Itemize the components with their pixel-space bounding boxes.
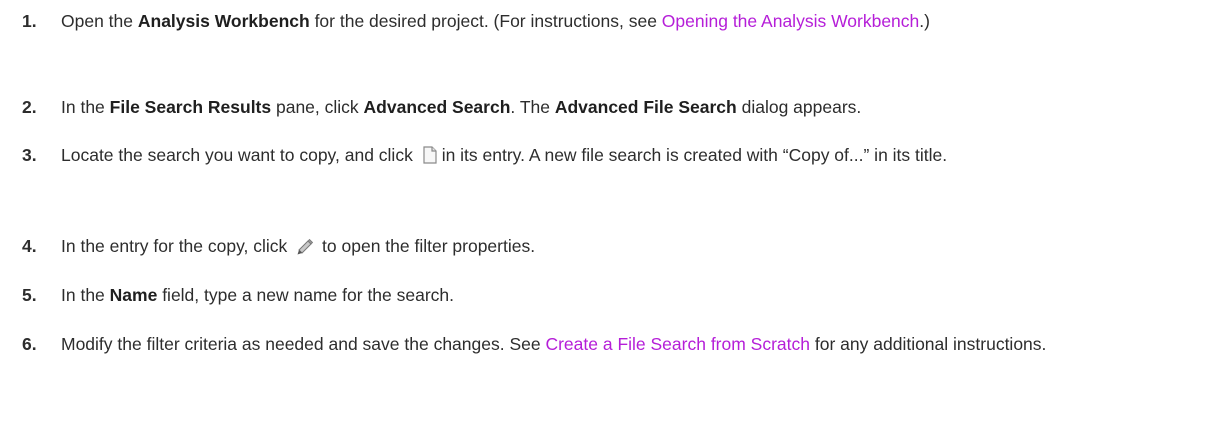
instruction-steps-list: 1. Open the Analysis Workbench for the d… bbox=[0, 0, 1232, 439]
ui-term-file-search-results: File Search Results bbox=[109, 97, 272, 117]
step-text: In the Name field, type a new name for t… bbox=[61, 280, 1181, 310]
link-opening-analysis-workbench[interactable]: Opening the Analysis Workbench bbox=[662, 11, 919, 31]
step-text: Open the Analysis Workbench for the desi… bbox=[61, 6, 1181, 36]
step-text-part: for any additional instructions. bbox=[810, 334, 1047, 354]
step-text-part: dialog appears. bbox=[736, 97, 862, 117]
ui-term-analysis-workbench: Analysis Workbench bbox=[137, 11, 310, 31]
step-6: 6. Modify the filter criteria as needed … bbox=[0, 329, 1200, 359]
step-text: Modify the filter criteria as needed and… bbox=[61, 329, 1181, 359]
copy-icon bbox=[422, 143, 438, 173]
step-text-part: In the bbox=[61, 97, 110, 117]
step-text-part: field, type a new name for the search. bbox=[157, 285, 455, 305]
step-number: 6. bbox=[22, 334, 37, 354]
step-4: 4. In the entry for the copy, click to o… bbox=[0, 231, 1200, 264]
step-text-part: .) bbox=[919, 11, 930, 31]
step-2: 2. In the File Search Results pane, clic… bbox=[0, 92, 1200, 122]
step-text-part: Locate the search you want to copy, and … bbox=[61, 145, 418, 165]
link-create-file-search-from-scratch[interactable]: Create a File Search from Scratch bbox=[545, 334, 810, 354]
step-text-part: In the bbox=[61, 285, 110, 305]
step-number: 5. bbox=[22, 285, 37, 305]
step-text-part: In the entry for the copy, click bbox=[61, 236, 293, 256]
step-3: 3. Locate the search you want to copy, a… bbox=[0, 140, 1200, 173]
step-number: 1. bbox=[22, 11, 37, 31]
step-number: 4. bbox=[22, 236, 37, 256]
step-text-part: for the desired project. (For instructio… bbox=[309, 11, 662, 31]
step-5: 5. In the Name field, type a new name fo… bbox=[0, 280, 1200, 310]
step-text-part: to open the filter properties. bbox=[317, 236, 536, 256]
step-text-part: in its entry. A new file search is creat… bbox=[441, 145, 948, 165]
ui-term-name: Name bbox=[109, 285, 158, 305]
step-text: In the entry for the copy, click to open… bbox=[61, 231, 1181, 264]
step-text-part: Modify the filter criteria as needed and… bbox=[61, 334, 546, 354]
step-text: In the File Search Results pane, click A… bbox=[61, 92, 1181, 122]
pencil-icon bbox=[296, 234, 314, 264]
ui-term-advanced-file-search: Advanced File Search bbox=[554, 97, 737, 117]
step-text-part: . The bbox=[510, 97, 555, 117]
step-text-part: pane, click bbox=[271, 97, 364, 117]
step-1: 1. Open the Analysis Workbench for the d… bbox=[0, 6, 1200, 36]
step-number: 3. bbox=[22, 145, 37, 165]
step-number: 2. bbox=[22, 97, 37, 117]
ui-term-advanced-search: Advanced Search bbox=[363, 97, 511, 117]
step-text-part: Open the bbox=[61, 11, 138, 31]
step-text: Locate the search you want to copy, and … bbox=[61, 140, 1181, 173]
